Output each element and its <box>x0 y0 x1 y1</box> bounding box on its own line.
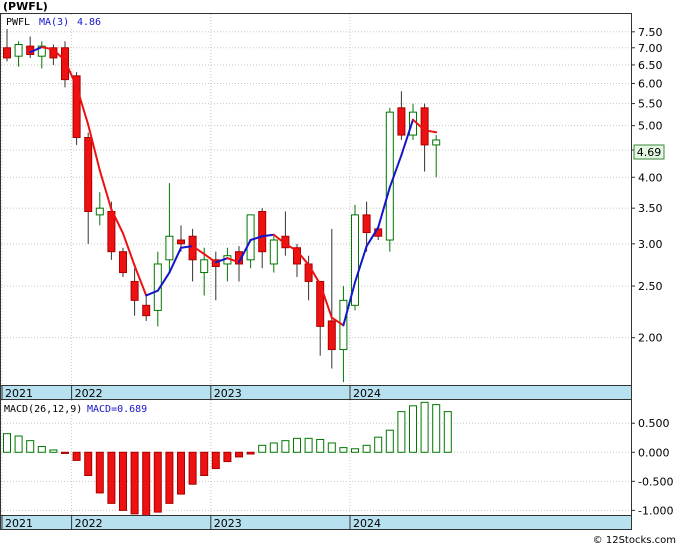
price-x-tick-label: 2022 <box>75 387 103 400</box>
macd-bar-positive <box>443 411 452 453</box>
candle-body-down <box>316 280 325 327</box>
macd-bar-positive <box>26 440 35 453</box>
macd-bar-positive <box>3 433 11 453</box>
macd-bar-positive <box>304 437 313 453</box>
macd-bar-positive <box>339 447 348 453</box>
macd-bar-negative <box>61 451 69 454</box>
price-y-tick-label: 7.00 <box>638 42 663 55</box>
last-price-tag: 4.69 <box>633 144 665 160</box>
macd-bar-positive <box>432 404 441 453</box>
candle-body-down <box>420 107 429 146</box>
price-y-tick-label: 2.50 <box>638 280 663 293</box>
last-price-value: 4.69 <box>637 146 662 159</box>
candle-body-down <box>397 107 406 136</box>
macd-bar-negative <box>95 451 104 494</box>
macd-bar-negative <box>84 451 93 477</box>
candle-body-down <box>61 47 69 81</box>
macd-bar-negative <box>153 451 162 513</box>
macd-bar-positive <box>385 429 394 453</box>
macd-y-tick-label: 0.500 <box>638 417 670 430</box>
stock-chart: 7.507.006.506.005.505.004.504.003.503.00… <box>0 0 680 546</box>
macd-legend-name: MACD(26,12,9) <box>4 404 82 415</box>
macd-bar-positive <box>258 444 267 453</box>
macd-bar-positive <box>397 411 406 453</box>
macd-bar-negative <box>200 451 209 477</box>
candle-body-up <box>246 214 255 261</box>
legend-ma-value: 4.86 <box>77 17 101 28</box>
macd-bar-positive <box>49 449 58 453</box>
price-y-tick-label: 5.00 <box>638 120 663 133</box>
macd-bar-positive <box>409 405 417 453</box>
macd-bar-negative <box>188 451 197 485</box>
macd-bar-positive <box>327 442 336 453</box>
macd-bar-negative <box>119 451 127 511</box>
candle-body-down <box>84 137 93 212</box>
candle-body-down <box>107 210 116 253</box>
macd-bar-positive <box>37 445 46 453</box>
candlestick <box>119 247 127 277</box>
candle-body-up <box>432 139 441 146</box>
price-y-tick-label: 6.50 <box>638 59 663 72</box>
candle-body-down <box>119 251 127 274</box>
macd-bar-positive <box>351 448 359 453</box>
macd-bar-negative <box>246 451 255 455</box>
macd-bar-positive <box>420 401 429 453</box>
macd-bar-negative <box>211 451 220 470</box>
price-x-tick-label: 2023 <box>214 387 242 400</box>
candle-body-up <box>165 235 174 261</box>
price-y-tick-label: 4.00 <box>638 171 663 184</box>
price-y-tick-label: 6.00 <box>638 77 663 90</box>
candle-body-up <box>95 207 104 216</box>
macd-bar-negative <box>142 451 151 517</box>
candle-body-down <box>258 210 267 253</box>
macd-bar-negative <box>107 451 116 504</box>
macd-x-axis: 2021 2022 2023 2024 <box>0 515 632 530</box>
price-x-tick-label: 2024 <box>353 387 381 400</box>
candle-body-up <box>385 111 394 241</box>
macd-bar-positive <box>293 437 301 453</box>
watermark: © 12Stocks.com <box>593 535 676 546</box>
macd-x-tick-label: 2023 <box>214 517 242 530</box>
candle-body-down <box>362 214 371 234</box>
price-x-tick-label: 2021 <box>5 387 33 400</box>
macd-bar-negative <box>235 451 243 458</box>
macd-x-tick-label: 2024 <box>353 517 381 530</box>
candle-body-up <box>200 259 209 274</box>
macd-y-tick-label: -1.000 <box>638 504 673 517</box>
ticker-title: (PWFL) <box>3 0 48 13</box>
candle-body-up <box>269 239 278 265</box>
candle-body-down <box>142 304 151 317</box>
macd-bar-negative <box>72 451 81 461</box>
macd-bar-positive <box>362 444 371 453</box>
candle-body-down <box>177 239 185 245</box>
macd-bar-positive <box>374 436 383 453</box>
macd-x-tick-label: 2022 <box>75 517 103 530</box>
price-x-axis: 2021 2022 2023 2024 <box>0 385 632 400</box>
price-y-tick-label: 3.00 <box>638 238 663 251</box>
candle-body-down <box>130 280 139 301</box>
price-y-tick-label: 2.00 <box>638 332 663 345</box>
macd-bar-negative <box>177 451 185 495</box>
macd-bar-positive <box>269 442 278 453</box>
candle-body-down <box>3 47 11 59</box>
legend-ma-label: MA(3) <box>39 17 69 28</box>
price-y-tick-label: 7.50 <box>638 26 663 39</box>
price-y-tick-label: 3.50 <box>638 202 663 215</box>
macd-bar-positive <box>14 435 23 453</box>
macd-y-tick-label: -0.500 <box>638 475 673 488</box>
macd-bar-negative <box>165 451 174 504</box>
candle-body-up <box>14 43 23 57</box>
price-y-tick-label: 5.50 <box>638 98 663 111</box>
legend-symbol: PWFL <box>6 17 30 28</box>
macd-x-tick-label: 2021 <box>5 517 33 530</box>
candle-body-up <box>409 111 417 136</box>
macd-legend-value: MACD=0.689 <box>87 404 147 415</box>
macd-bar-negative <box>130 451 139 515</box>
macd-bar-negative <box>223 451 232 463</box>
candle-body-down <box>327 320 336 351</box>
macd-bar-positive <box>316 438 325 453</box>
macd-bar-positive <box>281 440 290 453</box>
macd-y-tick-label: 0.000 <box>638 446 670 459</box>
